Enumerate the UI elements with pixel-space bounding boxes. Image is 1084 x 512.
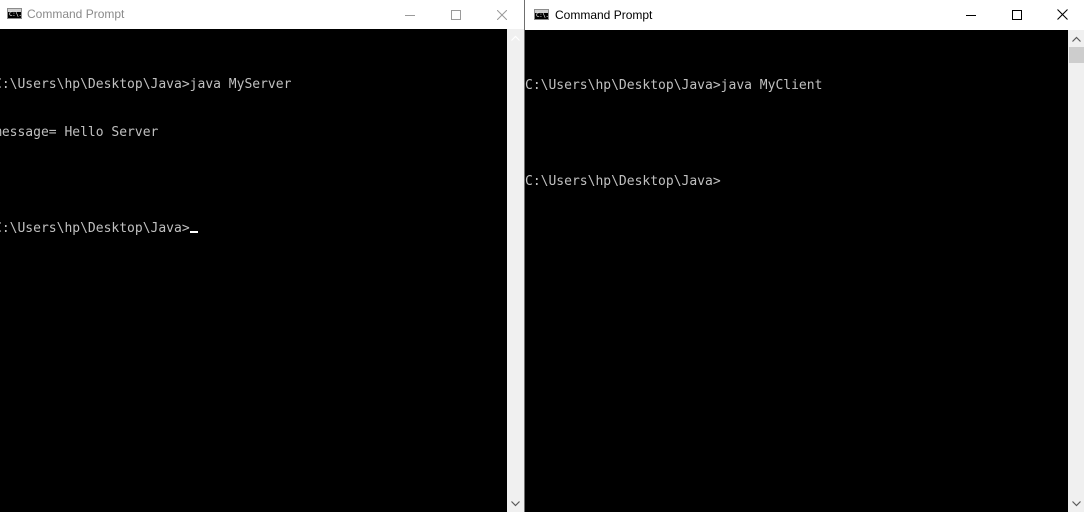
window-title: Command Prompt <box>27 7 125 21</box>
close-icon <box>497 9 507 20</box>
scroll-down-button[interactable] <box>1068 495 1084 512</box>
text-cursor <box>189 231 198 233</box>
icon-glyph: C:\. <box>536 12 549 19</box>
close-icon <box>1056 9 1068 20</box>
chevron-up-icon <box>1072 36 1081 42</box>
scroll-thumb[interactable] <box>1069 47 1084 63</box>
maximize-button[interactable] <box>994 0 1040 29</box>
console-prompt-line: C:\Users\hp\Desktop\Java> <box>0 221 291 237</box>
window-title: Command Prompt <box>555 8 653 22</box>
command-prompt-window-server[interactable]: C:\. Command Prompt C:\Users\hp\Desktop\… <box>0 0 524 512</box>
minimize-button[interactable] <box>948 0 994 29</box>
console-prompt-line: C:\Users\hp\Desktop\Java> <box>525 174 721 189</box>
minimize-icon <box>966 14 976 16</box>
maximize-button[interactable] <box>433 0 479 29</box>
scroll-down-button[interactable] <box>507 495 524 512</box>
vertical-scrollbar[interactable] <box>1068 30 1084 512</box>
title-bar[interactable]: C:\. Command Prompt <box>525 0 1084 30</box>
icon-glyph: C:\. <box>9 11 22 18</box>
chevron-down-icon <box>511 500 520 506</box>
console-app-icon[interactable]: C:\. <box>7 8 22 19</box>
close-button[interactable] <box>479 0 524 29</box>
console-line: C:\Users\hp\Desktop\Java>java MyServer <box>0 77 292 92</box>
close-button[interactable] <box>1039 0 1084 29</box>
console-line: message= Hello Server <box>0 125 159 140</box>
chevron-up-icon <box>511 35 520 41</box>
minimize-button[interactable] <box>387 0 433 29</box>
console-app-icon[interactable]: C:\. <box>534 9 549 20</box>
maximize-icon <box>451 9 461 20</box>
console-lines: C:\Users\hp\Desktop\Java>java MyServer m… <box>0 45 291 269</box>
command-prompt-window-client[interactable]: C:\. Command Prompt C:\Users\hp\Desktop\… <box>524 0 1084 512</box>
minimize-icon <box>405 14 415 16</box>
prompt-text: C:\Users\hp\Desktop\Java> <box>0 221 190 236</box>
console-line: C:\Users\hp\Desktop\Java>java MyClient <box>525 78 823 93</box>
desktop: C:\. Command Prompt C:\Users\hp\Desktop\… <box>0 0 1084 512</box>
console-output[interactable]: C:\Users\hp\Desktop\Java>java MyClient C… <box>525 30 1068 512</box>
scroll-up-button[interactable] <box>1068 30 1084 47</box>
scroll-up-button[interactable] <box>507 29 524 46</box>
vertical-scrollbar[interactable] <box>507 29 524 512</box>
maximize-icon <box>1012 9 1022 20</box>
title-bar[interactable]: C:\. Command Prompt <box>0 0 524 29</box>
chevron-down-icon <box>1072 500 1081 506</box>
console-lines: C:\Users\hp\Desktop\Java>java MyClient C… <box>525 46 822 222</box>
console-output[interactable]: C:\Users\hp\Desktop\Java>java MyServer m… <box>0 29 507 512</box>
